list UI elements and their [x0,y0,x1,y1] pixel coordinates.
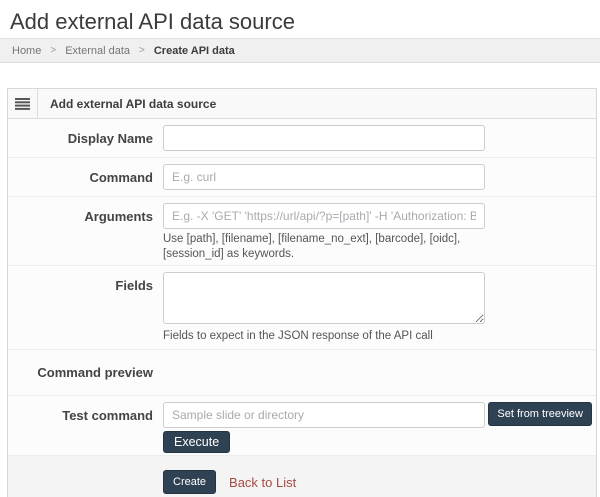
page-title: Add external API data source [0,0,600,38]
form-footer: Create Back to List [8,456,596,497]
create-button[interactable]: Create [163,470,216,494]
fields-textarea[interactable] [163,272,485,324]
back-to-list-link[interactable]: Back to List [229,475,296,490]
display-name-input[interactable] [163,125,485,151]
command-preview-label: Command preview [8,364,153,381]
hamburger-icon [15,98,30,110]
breadcrumb-current: Create API data [154,45,235,57]
panel-menu-button[interactable] [8,89,38,118]
form-row-command: Command [8,158,596,197]
form-row-display-name: Display Name [8,119,596,158]
form-row-fields: Fields Fields to expect in the JSON resp… [8,266,596,350]
execute-button[interactable]: Execute [163,431,230,453]
arguments-help-text: Use [path], [filename], [filename_no_ext… [163,232,493,262]
breadcrumb: Home > External data > Create API data [0,38,600,63]
panel-header: Add external API data source [8,89,596,119]
command-input[interactable] [163,164,485,190]
command-preview-value [163,364,596,381]
breadcrumb-separator-icon: > [50,45,56,56]
fields-label: Fields [8,272,153,344]
form-panel: Add external API data source Display Nam… [7,88,597,497]
display-name-label: Display Name [8,125,153,151]
breadcrumb-separator-icon: > [139,45,145,56]
form-row-command-preview: Command preview [8,350,596,396]
form-row-test-command: Test command Execute Set from treeview [8,396,596,456]
panel-title: Add external API data source [50,97,216,111]
command-label: Command [8,164,153,190]
form-row-arguments: Arguments Use [path], [filename], [filen… [8,197,596,266]
test-command-label: Test command [8,402,153,453]
breadcrumb-home[interactable]: Home [12,45,41,57]
breadcrumb-external-data[interactable]: External data [65,45,130,57]
set-from-treeview-button[interactable]: Set from treeview [488,402,592,426]
fields-help-text: Fields to expect in the JSON response of… [163,329,493,344]
arguments-input[interactable] [163,203,485,229]
arguments-label: Arguments [8,203,153,262]
test-command-input[interactable] [163,402,485,428]
